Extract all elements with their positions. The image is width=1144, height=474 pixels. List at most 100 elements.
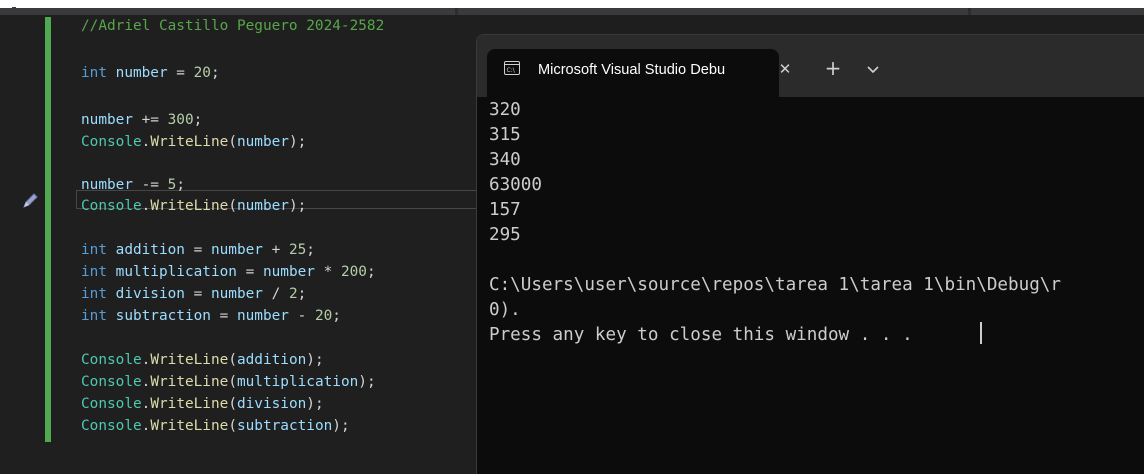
code-token: number <box>236 198 289 214</box>
code-token: ( <box>228 352 237 368</box>
code-token: ( <box>228 374 237 390</box>
console-output-line: 63000 <box>489 175 542 195</box>
console-output-line: C:\Users\user\source\repos\tarea 1\tarea… <box>489 275 1061 295</box>
code-token: ; <box>366 264 376 280</box>
code-line[interactable]: int multiplication = number * 200; <box>81 262 376 282</box>
code-token: Console <box>81 134 142 150</box>
code-token: Console <box>81 374 142 390</box>
code-token: 5 <box>167 177 177 193</box>
code-token: ( <box>228 134 237 150</box>
code-token: ( <box>228 396 237 412</box>
code-token: / <box>262 286 289 302</box>
code-token: Console <box>81 396 142 412</box>
code-token: addition <box>115 242 185 258</box>
code-token: ); <box>306 352 324 368</box>
code-line[interactable]: int subtraction = number - 20; <box>81 306 341 326</box>
code-token: ( <box>228 418 237 434</box>
code-token: //Adriel Castillo Peguero 2024-2582 <box>81 18 385 34</box>
code-token: ; <box>332 308 341 324</box>
text-cursor <box>980 322 982 344</box>
code-line[interactable]: int number = 20; <box>81 63 220 83</box>
code-token: 20 <box>193 65 211 81</box>
debug-console-window[interactable]: C:\ Microsoft Visual Studio Debu ✕ + 320… <box>476 34 1144 474</box>
code-line[interactable]: int division = number / 2; <box>81 284 306 304</box>
code-token: ; <box>193 112 203 128</box>
code-token: 25 <box>288 242 307 258</box>
code-token: Console <box>81 418 142 434</box>
code-token: number <box>210 242 263 258</box>
console-output-line: 295 <box>489 225 521 245</box>
code-line[interactable]: Console.WriteLine(multiplication); <box>81 372 376 392</box>
editor-top-bar-segment <box>971 8 1144 15</box>
code-token: ; <box>297 286 307 302</box>
code-token: WriteLine <box>150 198 229 214</box>
code-token: division <box>236 396 307 412</box>
code-line[interactable]: Console.WriteLine(division); <box>81 394 324 414</box>
console-titlebar[interactable]: C:\ Microsoft Visual Studio Debu ✕ + <box>477 35 1144 97</box>
code-line[interactable]: Console.WriteLine(subtraction); <box>81 416 350 436</box>
code-token: ; <box>176 177 185 193</box>
code-token: WriteLine <box>150 134 229 150</box>
code-token: WriteLine <box>150 396 229 412</box>
console-output-line: Press any key to close this window . . . <box>489 325 913 345</box>
code-line[interactable]: Console.WriteLine(number); <box>81 196 306 216</box>
code-token: number <box>115 65 168 81</box>
code-token: number <box>262 264 315 280</box>
code-token: int <box>81 242 116 258</box>
change-tracking-bar <box>45 17 51 442</box>
code-line[interactable]: int addition = number + 25; <box>81 240 315 260</box>
code-token: ; <box>210 65 220 81</box>
code-token: 300 <box>167 112 194 128</box>
code-line[interactable]: number -= 5; <box>81 175 185 195</box>
console-output-line: 0). <box>489 300 521 320</box>
console-output-line: 340 <box>489 150 521 170</box>
editor-top-bar <box>0 8 1144 15</box>
code-token: ); <box>288 198 307 214</box>
code-token: multiplication <box>236 374 359 390</box>
code-token: number <box>81 112 133 128</box>
new-tab-button[interactable]: + <box>821 56 845 80</box>
code-token: WriteLine <box>150 352 229 368</box>
console-output-line: 315 <box>489 125 521 145</box>
code-token: + <box>262 242 289 258</box>
editor-top-bar-segment <box>0 8 455 15</box>
code-line[interactable]: //Adriel Castillo Peguero 2024-2582 <box>81 16 384 36</box>
console-tab-title: Microsoft Visual Studio Debu <box>538 62 726 78</box>
code-token: subtraction <box>236 418 333 434</box>
code-token: WriteLine <box>150 374 229 390</box>
code-token: subtraction <box>115 308 211 324</box>
chevron-down-icon[interactable] <box>863 59 883 79</box>
code-token: ; <box>306 242 315 258</box>
code-token: number <box>81 177 133 193</box>
code-token: int <box>81 308 116 324</box>
code-token: ); <box>306 396 324 412</box>
code-token: int <box>81 65 116 81</box>
console-tab[interactable]: C:\ Microsoft Visual Studio Debu ✕ <box>487 49 791 97</box>
code-token: = <box>167 65 194 81</box>
code-token: number <box>236 308 289 324</box>
code-line[interactable]: Console.WriteLine(number); <box>81 132 306 152</box>
editor-top-bar-segment <box>458 8 968 15</box>
code-line[interactable]: Console.WriteLine(addition); <box>81 350 324 370</box>
code-line[interactable]: number += 300; <box>81 110 202 130</box>
code-token: - <box>288 308 315 324</box>
code-token: multiplication <box>115 264 237 280</box>
svg-text:C:\: C:\ <box>507 67 516 74</box>
code-token: Console <box>81 198 142 214</box>
close-tab-button[interactable]: ✕ <box>772 57 798 81</box>
edit-pencil-icon[interactable] <box>20 191 40 211</box>
code-token: = <box>184 286 211 302</box>
code-token: ( <box>228 198 237 214</box>
code-token: ); <box>288 134 307 150</box>
code-token: number <box>210 286 263 302</box>
code-token: 200 <box>340 264 367 280</box>
code-token: ); <box>332 418 350 434</box>
code-token: += <box>132 112 168 128</box>
code-token: addition <box>236 352 307 368</box>
code-token: int <box>81 286 116 302</box>
code-token: ); <box>358 374 376 390</box>
code-token: -= <box>132 177 168 193</box>
console-app-icon: C:\ <box>504 61 520 75</box>
code-token: = <box>210 308 237 324</box>
console-output-line: 320 <box>489 100 521 120</box>
